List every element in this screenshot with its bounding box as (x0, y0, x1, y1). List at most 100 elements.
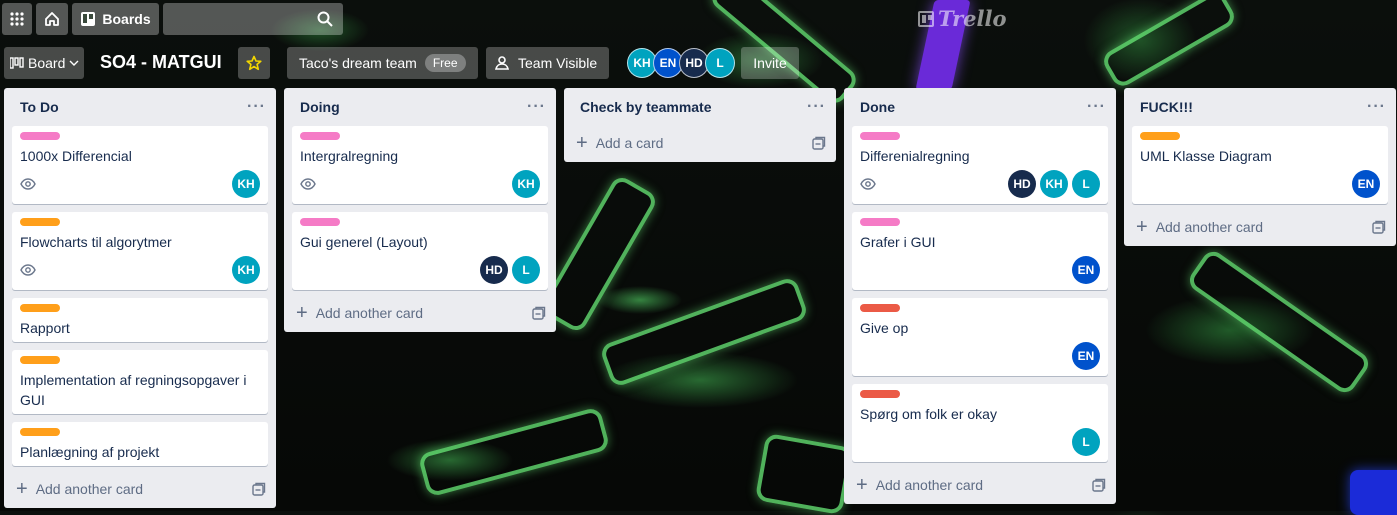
card-title: Rapport (20, 320, 70, 336)
member-avatar-kh[interactable]: KH (1040, 170, 1068, 198)
add-card-button[interactable]: + Add a card (564, 128, 836, 158)
apps-button[interactable] (2, 3, 32, 35)
card-title: Grafer i GUI (860, 234, 936, 250)
visibility-button[interactable]: Team Visible (486, 47, 610, 79)
member-avatar-l[interactable]: L (1072, 170, 1100, 198)
watch-eye-icon (300, 178, 316, 190)
list-header: To Do ··· (4, 88, 276, 126)
card[interactable]: Give op EN (852, 298, 1108, 376)
add-card-label: Add another card (35, 481, 144, 497)
search-input[interactable] (163, 3, 343, 35)
member-avatar-hd[interactable]: HD (480, 256, 508, 284)
add-card-button[interactable]: + Add another card (844, 470, 1116, 500)
add-card-button[interactable]: + Add another card (1124, 212, 1396, 242)
member-avatar-l[interactable]: L (512, 256, 540, 284)
card[interactable]: 1000x Differencial KH (12, 126, 268, 204)
card[interactable]: Flowcharts til algorytmer KH (12, 212, 268, 290)
card-members: EN (1072, 342, 1100, 370)
member-avatar-kh[interactable]: KH (232, 256, 260, 284)
watch-eye-icon (860, 178, 876, 190)
card-label-pink[interactable] (300, 218, 340, 226)
card-members: KH (232, 170, 260, 198)
card-label-red[interactable] (860, 390, 900, 398)
list-title[interactable]: FUCK!!! (1140, 99, 1193, 115)
card-list: Differenialregning HD KH L Grafer i GUI EN Giv… (844, 126, 1116, 462)
background-decoration (1350, 470, 1397, 515)
list-header: Check by teammate ··· (564, 88, 836, 126)
card-badges: EN (860, 256, 1100, 284)
card[interactable]: Implementation af regningsopgaver i GUI (12, 350, 268, 414)
list-to-do: To Do ··· 1000x Differencial KH Flowcharts t… (4, 88, 276, 508)
add-card-button[interactable]: + Add another card (284, 298, 556, 328)
list-menu-icon[interactable]: ··· (247, 98, 266, 116)
member-avatar-l[interactable]: L (705, 48, 735, 78)
card-template-icon[interactable] (812, 136, 826, 150)
team-button[interactable]: Taco's dream team Free (287, 47, 478, 79)
card[interactable]: Planlægning af projekt (12, 422, 268, 466)
invite-button[interactable]: Invite (741, 47, 799, 79)
background-decoration (417, 406, 611, 498)
card[interactable]: Gui generel (Layout) HD L (292, 212, 548, 290)
board-title[interactable]: SO4 - MATGUI (100, 52, 222, 73)
background-decoration (598, 275, 810, 389)
card[interactable]: UML Klasse Diagram EN (1132, 126, 1388, 204)
trello-logo[interactable]: Trello (918, 6, 1007, 31)
card-label-orange[interactable] (20, 428, 60, 436)
trello-logo-icon (918, 10, 934, 27)
plus-icon: + (16, 478, 28, 500)
card-badges: EN (1140, 170, 1380, 198)
list-menu-icon[interactable]: ··· (1087, 98, 1106, 116)
board-view-switcher[interactable]: Board (4, 47, 84, 79)
add-card-left: + Add another card (856, 475, 983, 495)
member-avatar-en[interactable]: EN (1072, 342, 1100, 370)
boards-label: Boards (102, 11, 151, 27)
star-button[interactable] (238, 47, 270, 79)
member-avatar-en[interactable]: EN (1352, 170, 1380, 198)
list-title[interactable]: Check by teammate (580, 99, 712, 115)
card-label-orange[interactable] (20, 304, 60, 312)
list-check-by-teammate: Check by teammate ··· + Add a card (564, 88, 836, 162)
member-avatar-hd[interactable]: HD (1008, 170, 1036, 198)
card-label-red[interactable] (860, 304, 900, 312)
card-label-pink[interactable] (300, 132, 340, 140)
member-avatar-l[interactable]: L (1072, 428, 1100, 456)
card-label-pink[interactable] (860, 218, 900, 226)
card[interactable]: Spørg om folk er okay L (852, 384, 1108, 462)
search-icon (317, 11, 333, 27)
list-title[interactable]: To Do (20, 99, 59, 115)
card[interactable]: Differenialregning HD KH L (852, 126, 1108, 204)
card-title: Differenialregning (860, 148, 970, 164)
list-done: Done ··· Differenialregning HD KH L Grafer i G… (844, 88, 1116, 504)
card-label-orange[interactable] (1140, 132, 1180, 140)
member-avatar-kh[interactable]: KH (232, 170, 260, 198)
team-plan-badge: Free (424, 54, 466, 72)
card-badges: EN (860, 342, 1100, 370)
card-template-icon[interactable] (1372, 220, 1386, 234)
card-label-pink[interactable] (860, 132, 900, 140)
card[interactable]: Intergralregning KH (292, 126, 548, 204)
member-avatar-kh[interactable]: KH (512, 170, 540, 198)
logo-text: Trello (938, 6, 1007, 31)
card-template-icon[interactable] (1092, 478, 1106, 492)
list-title[interactable]: Done (860, 99, 895, 115)
home-button[interactable] (36, 3, 68, 35)
list-menu-icon[interactable]: ··· (1367, 98, 1386, 116)
add-card-button[interactable]: + Add another card (4, 474, 276, 504)
card[interactable]: Grafer i GUI EN (852, 212, 1108, 290)
card-template-icon[interactable] (252, 482, 266, 496)
list-title[interactable]: Doing (300, 99, 340, 115)
card-members: KH (232, 256, 260, 284)
card-label-pink[interactable] (20, 132, 60, 140)
plus-icon: + (296, 302, 308, 324)
card-label-orange[interactable] (20, 356, 60, 364)
watch-eye-icon (20, 178, 36, 190)
board-view-label: Board (28, 55, 66, 71)
card[interactable]: Rapport (12, 298, 268, 342)
card-template-icon[interactable] (532, 306, 546, 320)
boards-button[interactable]: Boards (72, 3, 159, 35)
card-label-orange[interactable] (20, 218, 60, 226)
list-menu-icon[interactable]: ··· (527, 98, 546, 116)
member-avatar-en[interactable]: EN (1072, 256, 1100, 284)
card-badges: HD KH L (860, 170, 1100, 198)
list-menu-icon[interactable]: ··· (807, 98, 826, 116)
